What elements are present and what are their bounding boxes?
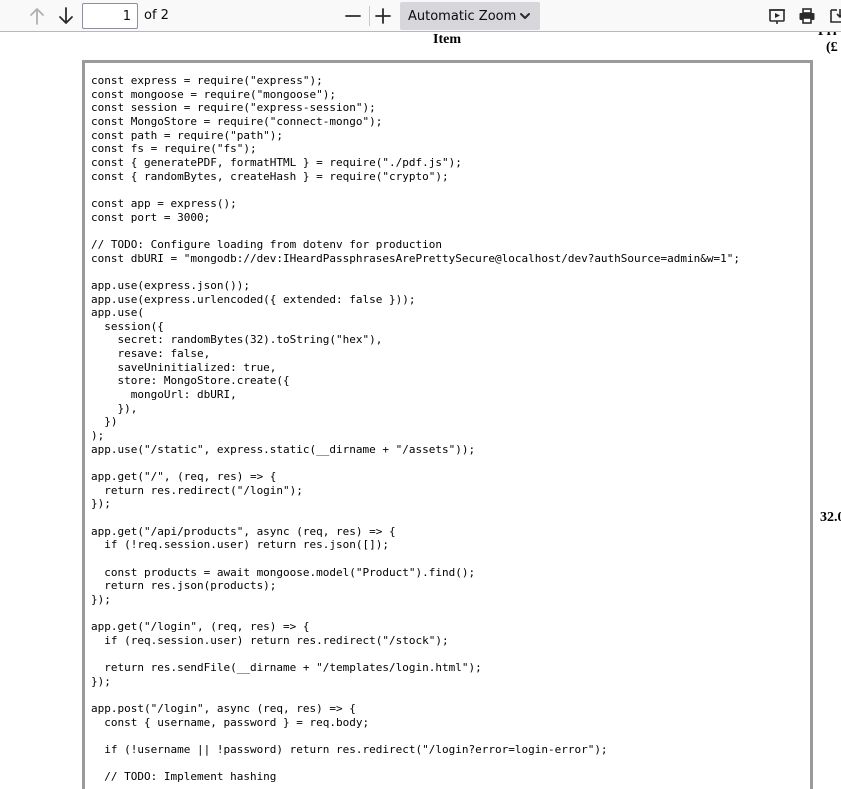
code-line: return res.redirect("/login"); xyxy=(91,483,303,497)
code-line: app.use(express.json()); xyxy=(91,278,250,292)
price-value: 32.0 xyxy=(820,510,841,525)
code-line: const { randomBytes, createHash } = requ… xyxy=(91,169,449,183)
print-button[interactable] xyxy=(794,3,820,29)
next-page-button[interactable] xyxy=(53,3,79,29)
save-icon xyxy=(830,9,841,23)
previous-page-button[interactable] xyxy=(24,3,50,29)
code-line: session({ xyxy=(91,319,164,333)
code-line: const products = await mongoose.model("P… xyxy=(91,565,476,579)
save-button[interactable] xyxy=(824,3,841,29)
code-line: const MongoStore = require("connect-mong… xyxy=(91,114,383,128)
code-line: return res.json(products); xyxy=(91,579,277,593)
code-line: }), xyxy=(91,401,138,415)
code-line: app.use( xyxy=(91,306,144,320)
code-line: const { generatePDF, formatHTML } = requ… xyxy=(91,155,462,169)
presentation-mode-button[interactable] xyxy=(764,3,790,29)
code-line: const path = require("path"); xyxy=(91,128,284,142)
zoom-out-button[interactable] xyxy=(340,3,366,29)
page-number-input[interactable] xyxy=(82,3,138,29)
code-line: store: MongoStore.create({ xyxy=(91,374,290,388)
code-line: }); xyxy=(91,674,111,688)
arrow-down-icon xyxy=(59,7,73,24)
code-line: // TODO: Configure loading from dotenv f… xyxy=(91,237,442,251)
code-line: const session = require("express-session… xyxy=(91,101,376,115)
code-line: mongoUrl: dbURI, xyxy=(91,388,237,402)
code-line: app.get("/login", (req, res) => { xyxy=(91,620,310,634)
code-line: const dbURI = "mongodb://dev:IHeardPassp… xyxy=(91,251,741,265)
source-code-text: const express = require("express"); cons… xyxy=(85,63,810,784)
print-icon xyxy=(799,8,815,24)
code-line: ); xyxy=(91,429,105,443)
presentation-icon xyxy=(769,9,785,24)
code-line: // TODO: Implement hashing xyxy=(91,770,277,784)
code-line: app.use(express.urlencoded({ extended: f… xyxy=(91,292,416,306)
table-header-price-unit: (£ xyxy=(826,40,838,55)
code-line: const port = 3000; xyxy=(91,210,211,224)
minus-icon xyxy=(345,15,361,17)
code-line: const { username, password } = req.body; xyxy=(91,715,370,729)
document-viewer: Item Pri (£ const express = require("exp… xyxy=(0,32,841,789)
code-line: if (req.session.user) return res.redirec… xyxy=(91,633,449,647)
zoom-in-button[interactable] xyxy=(370,3,396,29)
table-header-price: Pri xyxy=(818,32,837,40)
code-line: const express = require("express"); xyxy=(91,74,323,87)
chevron-down-icon xyxy=(520,13,530,19)
code-line: secret: randomBytes(32).toString("hex"), xyxy=(91,333,383,347)
zoom-select-value: Automatic Zoom xyxy=(408,8,517,24)
code-line: app.use("/static", express.static(__dirn… xyxy=(91,442,476,456)
code-line: }); xyxy=(91,497,111,511)
zoom-select[interactable]: Automatic Zoom xyxy=(400,2,540,30)
code-line: app.get("/", (req, res) => { xyxy=(91,470,277,484)
table-header-item: Item xyxy=(433,32,461,47)
code-block: const express = require("express"); cons… xyxy=(82,60,813,789)
code-line: app.get("/api/products", async (req, res… xyxy=(91,524,396,538)
pdf-toolbar: of 2 Automatic Zoom xyxy=(0,0,841,32)
code-line: if (!req.session.user) return res.json([… xyxy=(91,538,390,552)
page-count-label: of 2 xyxy=(144,8,169,23)
code-line: resave: false, xyxy=(91,347,211,361)
code-line: return res.sendFile(__dirname + "/templa… xyxy=(91,661,482,675)
code-line: }) xyxy=(91,415,118,429)
code-line: saveUninitialized: true, xyxy=(91,360,277,374)
plus-icon xyxy=(375,8,391,24)
code-line: const mongoose = require("mongoose"); xyxy=(91,87,337,101)
code-line: }); xyxy=(91,592,111,606)
code-line: const app = express(); xyxy=(91,196,237,210)
code-line: const fs = require("fs"); xyxy=(91,142,257,156)
code-line: app.post("/login", async (req, res) => { xyxy=(91,702,356,716)
arrow-up-icon xyxy=(30,8,44,25)
code-line: if (!username || !password) return res.r… xyxy=(91,743,608,757)
